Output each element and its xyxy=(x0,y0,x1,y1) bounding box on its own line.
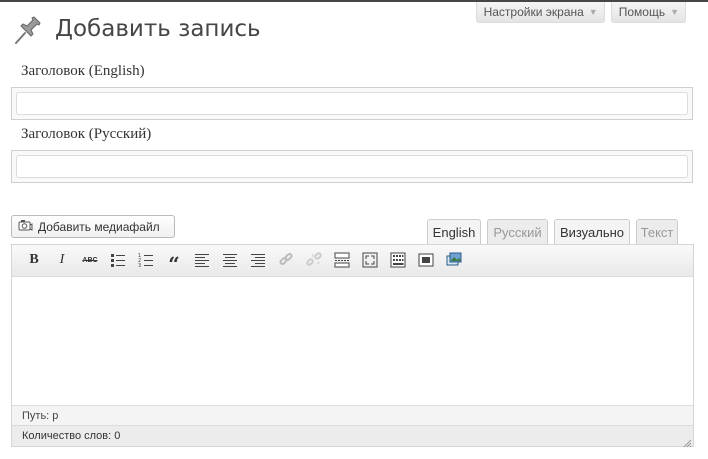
pushpin-icon xyxy=(12,14,44,46)
title-english-input[interactable] xyxy=(16,92,688,115)
screen-options-button[interactable]: Настройки экрана ▼ xyxy=(475,2,605,23)
insert-block-icon[interactable] xyxy=(416,250,436,270)
title-russian-wrap xyxy=(11,150,693,183)
help-label: Помощь xyxy=(618,5,666,19)
add-media-button[interactable]: Добавить медиафайл xyxy=(11,215,175,238)
title-russian-label: Заголовок (Русский) xyxy=(21,126,152,142)
editor-path: Путь: p xyxy=(12,405,693,425)
insert-more-icon[interactable] xyxy=(332,250,352,270)
editor-toolbar: B I ABC 123 “ xyxy=(12,245,693,277)
editor-content[interactable] xyxy=(12,277,693,405)
strikethrough-icon[interactable]: ABC xyxy=(80,250,100,270)
tab-russian[interactable]: Русский xyxy=(487,219,548,245)
insert-link-icon[interactable] xyxy=(276,250,296,270)
add-media-label: Добавить медиафайл xyxy=(38,219,160,234)
bullet-list-icon[interactable] xyxy=(108,250,128,270)
screen-meta-links: Настройки экрана ▼ Помощь ▼ xyxy=(475,2,686,23)
kitchen-sink-icon[interactable] xyxy=(388,250,408,270)
remove-link-icon[interactable] xyxy=(304,250,324,270)
chevron-down-icon: ▼ xyxy=(588,7,598,17)
camera-music-icon xyxy=(18,219,33,235)
insert-media-icon[interactable] xyxy=(444,250,464,270)
align-right-icon[interactable] xyxy=(248,250,268,270)
italic-icon[interactable]: I xyxy=(52,250,72,270)
post-editor: B I ABC 123 “ Путь: p Количество слов: 0 xyxy=(11,244,694,448)
tab-english[interactable]: English xyxy=(427,219,481,245)
help-button[interactable]: Помощь ▼ xyxy=(610,2,686,23)
resize-handle-icon[interactable] xyxy=(682,435,692,448)
svg-text:3: 3 xyxy=(138,263,141,268)
word-count: Количество слов: 0 xyxy=(12,425,693,446)
fullscreen-icon[interactable] xyxy=(360,250,380,270)
align-center-icon[interactable] xyxy=(220,250,240,270)
tab-visual[interactable]: Визуально xyxy=(554,219,630,245)
bold-icon[interactable]: B xyxy=(24,250,44,270)
page-title: Добавить запись xyxy=(55,16,261,42)
numbered-list-icon[interactable]: 123 xyxy=(136,250,156,270)
title-russian-input[interactable] xyxy=(16,155,688,178)
align-left-icon[interactable] xyxy=(192,250,212,270)
blockquote-icon[interactable]: “ xyxy=(164,250,184,276)
title-english-label: Заголовок (English) xyxy=(21,63,145,79)
title-english-wrap xyxy=(11,87,693,120)
screen-options-label: Настройки экрана xyxy=(483,5,584,19)
chevron-down-icon: ▼ xyxy=(670,7,679,17)
tab-text[interactable]: Текст xyxy=(636,219,678,245)
